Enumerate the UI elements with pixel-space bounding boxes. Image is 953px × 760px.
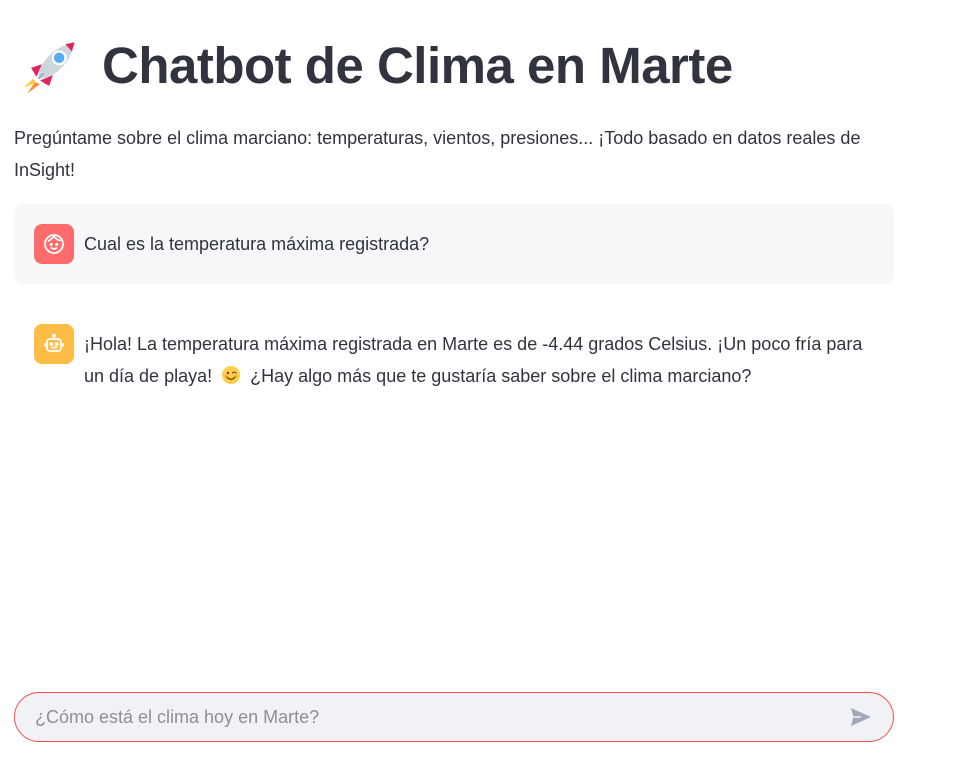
chat-message-user: Cual es la temperatura máxima registrada… bbox=[14, 204, 894, 284]
intro-text: Pregúntame sobre el clima marciano: temp… bbox=[14, 128, 861, 180]
chat-input-container bbox=[14, 692, 894, 742]
assistant-message-part-2: ¿Hay algo más que te gustaría saber sobr… bbox=[250, 366, 752, 386]
app-page: Chatbot de Clima en Marte Pregúntame sob… bbox=[0, 0, 953, 760]
header: Chatbot de Clima en Marte bbox=[22, 36, 733, 95]
assistant-message-text: ¡Hola! La temperatura máxima registrada … bbox=[84, 324, 874, 392]
winking-face-icon bbox=[222, 366, 241, 384]
send-icon bbox=[851, 708, 871, 726]
robot-icon bbox=[44, 333, 64, 352]
rocket-icon bbox=[23, 41, 75, 93]
user-face-icon bbox=[44, 234, 64, 254]
user-avatar bbox=[34, 224, 74, 264]
user-message-text: Cual es la temperatura máxima registrada… bbox=[84, 234, 430, 254]
chat-message-assistant: ¡Hola! La temperatura máxima registrada … bbox=[14, 320, 894, 392]
chat-input[interactable] bbox=[35, 706, 845, 728]
page-title: Chatbot de Clima en Marte bbox=[102, 37, 733, 94]
send-button[interactable] bbox=[845, 701, 877, 733]
assistant-avatar bbox=[34, 324, 74, 364]
